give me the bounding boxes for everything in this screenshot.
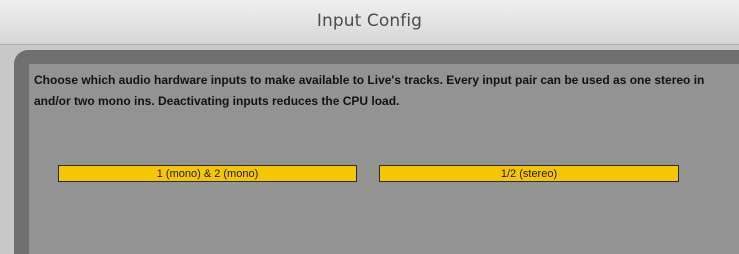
- input-pair-stereo-toggle[interactable]: 1/2 (stereo): [379, 165, 679, 182]
- input-config-window: Input Config Choose which audio hardware…: [0, 0, 739, 254]
- input-pair-mono-toggle[interactable]: 1 (mono) & 2 (mono): [58, 165, 357, 182]
- window-title: Input Config: [316, 11, 423, 31]
- title-bar[interactable]: Input Config: [0, 0, 739, 45]
- description-text: Choose which audio hardware inputs to ma…: [34, 73, 705, 108]
